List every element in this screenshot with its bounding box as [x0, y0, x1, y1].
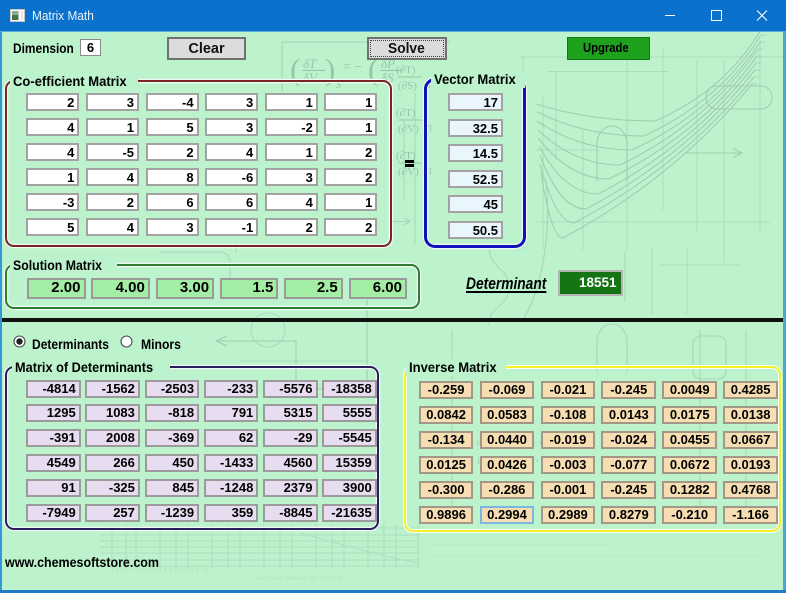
svg-text:(∂T): (∂T)	[396, 64, 416, 76]
svg-text:δT: δT	[303, 56, 317, 71]
svg-text:(∂V): (∂V)	[398, 123, 419, 135]
svg-text:(∂V): (∂V)	[398, 166, 419, 178]
svg-text:(∂T): (∂T)	[396, 107, 416, 119]
svg-text:= −: = −	[343, 60, 362, 75]
svg-text:(∂S): (∂S)	[398, 80, 417, 92]
svg-text:Reynolds Number Re = ρvD/μ: Reynolds Number Re = ρvD/μ	[256, 574, 342, 582]
